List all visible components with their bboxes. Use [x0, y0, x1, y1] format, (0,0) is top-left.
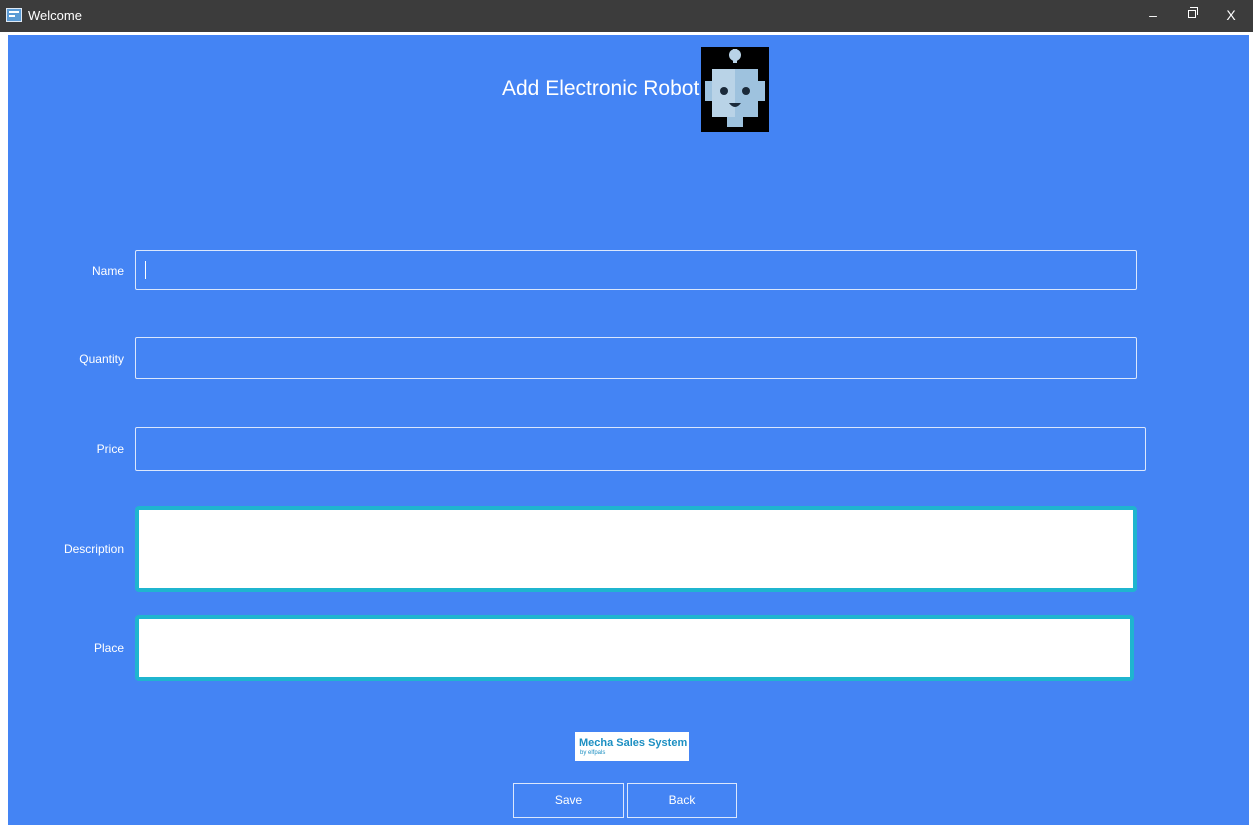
- quantity-label: Quantity: [79, 352, 124, 366]
- restore-button[interactable]: [1172, 2, 1212, 28]
- logo-title: Mecha Sales System: [579, 737, 688, 749]
- place-textarea[interactable]: [135, 615, 1134, 681]
- minimize-button[interactable]: –: [1133, 2, 1173, 28]
- quantity-input[interactable]: [135, 337, 1137, 379]
- description-textarea[interactable]: [135, 506, 1137, 592]
- price-label: Price: [96, 442, 124, 456]
- main-panel: Add Electronic Robot Name Quantity Price…: [8, 35, 1249, 825]
- back-button[interactable]: Back: [627, 783, 737, 818]
- description-label: Description: [63, 542, 124, 556]
- robot-icon: [701, 47, 769, 132]
- text-cursor: [145, 261, 146, 279]
- name-label: Name: [91, 264, 124, 278]
- window-title: Welcome: [28, 8, 82, 23]
- save-button[interactable]: Save: [513, 783, 624, 818]
- name-input[interactable]: [135, 250, 1137, 290]
- app-icon: [6, 8, 22, 22]
- title-bar: Welcome – X: [0, 0, 1253, 32]
- brand-logo: Mecha Sales System by elfpals: [575, 732, 689, 761]
- price-input[interactable]: [135, 427, 1146, 471]
- page-title: Add Electronic Robot: [502, 77, 700, 100]
- restore-icon: [1188, 7, 1198, 18]
- close-button[interactable]: X: [1211, 2, 1251, 28]
- logo-subtitle: by elfpals: [580, 750, 606, 756]
- place-label: Place: [93, 641, 124, 655]
